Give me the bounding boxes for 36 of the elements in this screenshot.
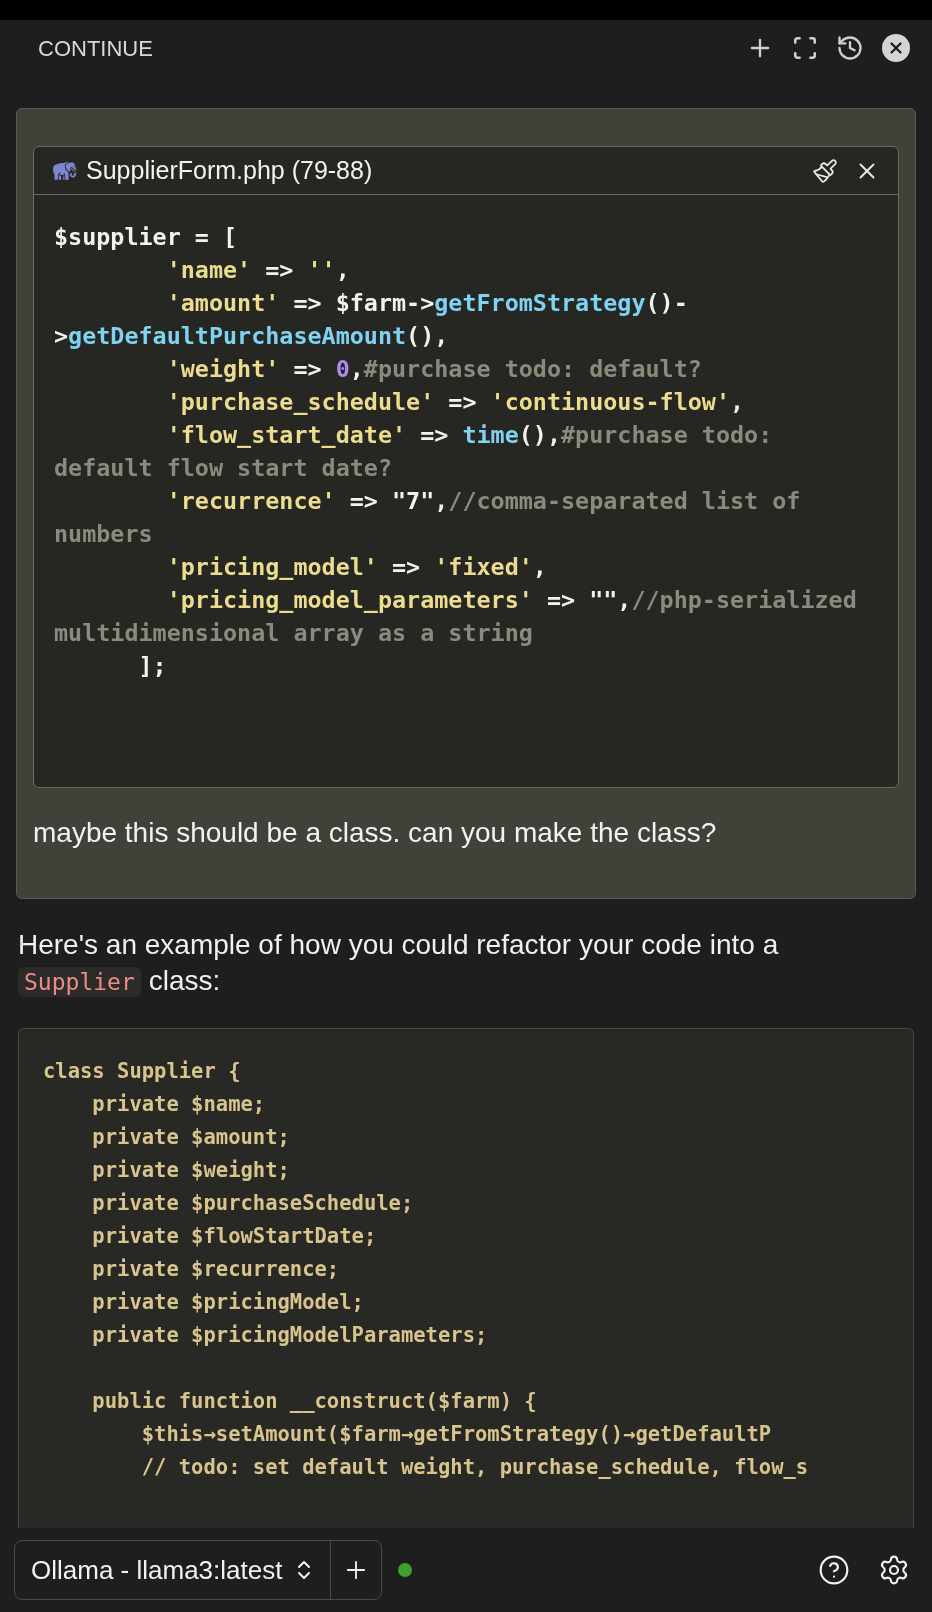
- code-line: 'name' => '',: [166, 255, 350, 286]
- paintbrush-icon[interactable]: [812, 157, 838, 184]
- code-line: private $recurrence;: [91, 1256, 340, 1283]
- message-text: maybe this should be a class. can you make the class?: [33, 816, 718, 850]
- code-line: private $flowStartDate;: [91, 1223, 377, 1250]
- code-line: class Supplier {: [43, 1058, 241, 1085]
- file-name: SupplierForm.php (79-88): [86, 154, 373, 186]
- code-line: // todo: set default weight, purchase_schedule, flow_s: [140, 1454, 809, 1481]
- code-line: $this→setAmount($farm→getFromStrategy()→getDefaultP: [140, 1421, 772, 1448]
- code-line: multidimensional array as a string: [54, 618, 533, 649]
- code-line: private $pricingModelParameters;: [91, 1322, 488, 1349]
- code-line: private $weight;: [91, 1157, 290, 1184]
- close-icon[interactable]: [882, 34, 910, 62]
- code-line: private $name;: [91, 1091, 266, 1118]
- code-line: 'purchase_schedule' => 'continuous-flow',: [166, 387, 745, 418]
- code-line: private $pricingModel;: [91, 1289, 364, 1316]
- response-text: Here's an example of how you could refactor your code into a Supplier class:: [18, 928, 780, 999]
- help-icon[interactable]: [818, 1554, 850, 1586]
- code-line: 'pricing_model_parameters' => "",//php-serialized: [166, 585, 857, 616]
- code-line: private $purchaseSchedule;: [91, 1190, 414, 1217]
- code-line: >getDefaultPurchaseAmount(),: [54, 321, 449, 352]
- code-line: $supplier = [: [54, 222, 238, 253]
- panel-title: CONTINUE: [38, 34, 153, 63]
- code-line: 'recurrence' => "7",//comma-separated list of: [166, 486, 801, 517]
- code-line: 'weight' => 0,#purchase todo: default?: [166, 354, 702, 385]
- code-line: 'pricing_model' => 'fixed',: [166, 552, 547, 583]
- code-line: private $amount;: [91, 1124, 290, 1151]
- history-icon[interactable]: [836, 34, 864, 62]
- settings-icon[interactable]: [878, 1554, 910, 1586]
- code-line: 'amount' => $farm->getFromStrategy()-: [166, 288, 688, 319]
- code-line: ];: [137, 651, 167, 682]
- code-line: numbers: [54, 519, 153, 550]
- code-line: default flow start date?: [54, 453, 392, 484]
- code-line: 'flow_start_date' => time(),#purchase todo:: [166, 420, 773, 451]
- code-line: public function __construct($farm) {: [91, 1388, 537, 1415]
- fullscreen-icon[interactable]: [792, 35, 818, 61]
